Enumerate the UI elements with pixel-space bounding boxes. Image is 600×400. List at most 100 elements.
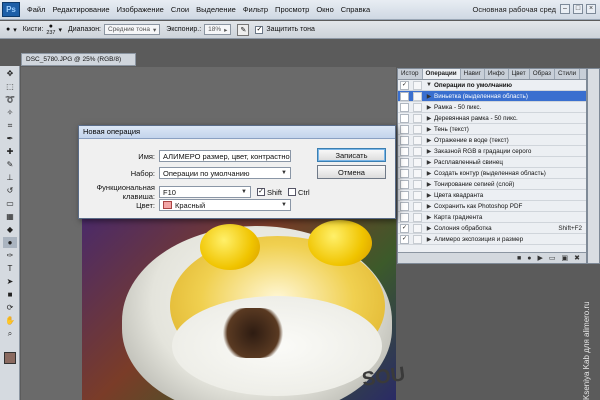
- expand-right-icon[interactable]: ▶: [424, 93, 434, 100]
- name-input[interactable]: АЛИМЕРО размер, цвет, контрастность: [159, 150, 291, 162]
- blur-tool-icon[interactable]: ◆: [3, 224, 17, 235]
- close-icon[interactable]: ×: [586, 4, 596, 14]
- expand-right-icon[interactable]: ▶: [424, 137, 434, 144]
- cancel-button[interactable]: Отмена: [317, 165, 386, 179]
- action-row[interactable]: ▶ Рамка - 50 пикс.: [398, 102, 586, 113]
- action-row[interactable]: ✓ ▶ Солония обработка Shift+F2: [398, 223, 586, 234]
- exposure-field[interactable]: 18% ▸: [204, 24, 232, 35]
- toggle-checkbox[interactable]: [400, 135, 409, 145]
- maximize-icon[interactable]: □: [573, 4, 583, 14]
- dialog-toggle-icon[interactable]: [413, 124, 422, 134]
- dialog-toggle-icon[interactable]: [413, 113, 422, 123]
- tab-actions[interactable]: Операции: [422, 69, 461, 79]
- expand-right-icon[interactable]: ▶: [424, 214, 434, 221]
- zoom-tool-icon[interactable]: ⌕: [3, 328, 17, 339]
- expand-right-icon[interactable]: ▶: [424, 181, 434, 188]
- toggle-checkbox[interactable]: [400, 201, 409, 211]
- dialog-toggle-icon[interactable]: [413, 179, 422, 189]
- menu-help[interactable]: Справка: [341, 5, 370, 14]
- tab-info[interactable]: Инфо: [485, 69, 509, 79]
- toggle-checkbox[interactable]: [400, 124, 409, 134]
- clone-stamp-icon[interactable]: ⊥: [3, 172, 17, 183]
- action-row[interactable]: ▶ Карта градиента: [398, 212, 586, 223]
- expand-right-icon[interactable]: ▶: [424, 192, 434, 199]
- lasso-tool-icon[interactable]: ➰: [3, 94, 17, 105]
- toggle-checkbox[interactable]: [400, 157, 409, 167]
- tab-color[interactable]: Цвет: [509, 69, 530, 79]
- expand-right-icon[interactable]: ▶: [424, 159, 434, 166]
- document-tab[interactable]: DSC_5780.JPG @ 25% (RGB/8) *×: [21, 53, 136, 74]
- dialog-toggle-icon[interactable]: [413, 223, 422, 233]
- brush-tool-icon[interactable]: ✎: [3, 159, 17, 170]
- eraser-tool-icon[interactable]: ▭: [3, 198, 17, 209]
- action-row[interactable]: ▶ Заказной RGB в градации серого: [398, 146, 586, 157]
- tab-swatches[interactable]: Образ: [530, 69, 556, 79]
- menu-edit[interactable]: Редактирование: [52, 5, 109, 14]
- stop-icon[interactable]: ■: [517, 255, 521, 262]
- menu-select[interactable]: Выделение: [196, 5, 236, 14]
- dialog-toggle-icon[interactable]: [413, 201, 422, 211]
- toggle-checkbox[interactable]: [400, 190, 409, 200]
- brush-preview[interactable]: ● 237: [46, 23, 55, 36]
- crop-tool-icon[interactable]: ⌗: [3, 120, 17, 131]
- tab-styles[interactable]: Стили: [555, 69, 581, 79]
- hand-tool-icon[interactable]: ✋: [3, 315, 17, 326]
- toggle-checkbox[interactable]: ✓: [400, 234, 409, 244]
- dodge-tool-icon[interactable]: ●: [3, 237, 17, 248]
- range-select[interactable]: Средние тона ▾: [104, 24, 161, 35]
- dialog-toggle-icon[interactable]: [413, 212, 422, 222]
- dialog-toggle-icon[interactable]: [413, 102, 422, 112]
- toggle-checkbox[interactable]: [400, 212, 409, 222]
- tool-preset-picker[interactable]: ● ▾: [6, 26, 17, 34]
- gradient-tool-icon[interactable]: ▦: [3, 211, 17, 222]
- action-row[interactable]: ▶ Цвета квадранта: [398, 190, 586, 201]
- toggle-checkbox[interactable]: ✓: [400, 80, 409, 90]
- dialog-toggle-icon[interactable]: [413, 146, 422, 156]
- foreground-color-swatch[interactable]: [4, 352, 16, 364]
- protect-tones-checkbox[interactable]: ✓: [255, 25, 264, 34]
- pen-tool-icon[interactable]: ✑: [3, 250, 17, 261]
- action-row[interactable]: ✓ ▶ Виньетка (выделенная область): [398, 91, 586, 102]
- minimize-icon[interactable]: –: [560, 4, 570, 14]
- shift-checkbox[interactable]: ✓: [257, 188, 265, 196]
- tab-history[interactable]: Истор: [398, 69, 423, 79]
- airbrush-icon[interactable]: ✎: [237, 23, 250, 36]
- record-icon[interactable]: ●: [527, 255, 531, 262]
- marquee-tool-icon[interactable]: ⬚: [3, 81, 17, 92]
- menu-file[interactable]: Файл: [27, 5, 45, 14]
- action-row[interactable]: ▶ Создать контур (выделенная область): [398, 168, 586, 179]
- toggle-checkbox[interactable]: [400, 168, 409, 178]
- expand-right-icon[interactable]: ▶: [424, 115, 434, 122]
- toggle-checkbox[interactable]: [400, 113, 409, 123]
- dialog-toggle-icon[interactable]: [413, 190, 422, 200]
- chevron-down-icon[interactable]: ▾: [59, 26, 63, 34]
- toggle-checkbox[interactable]: ✓: [400, 91, 409, 101]
- action-row[interactable]: ▶ Деревянная рамка - 50 пикс.: [398, 113, 586, 124]
- type-tool-icon[interactable]: T: [3, 263, 17, 274]
- new-action-icon[interactable]: ▣: [562, 254, 569, 262]
- toggle-checkbox[interactable]: [400, 102, 409, 112]
- expand-right-icon[interactable]: ▶: [424, 104, 434, 111]
- expand-right-icon[interactable]: ▶: [424, 170, 434, 177]
- action-row[interactable]: ✓ ▶ Алимеро экспозиция и размер: [398, 234, 586, 245]
- dialog-toggle-icon[interactable]: [413, 168, 422, 178]
- dialog-toggle-icon[interactable]: [413, 91, 422, 101]
- toggle-checkbox[interactable]: [400, 146, 409, 156]
- menu-filter[interactable]: Фильтр: [243, 5, 268, 14]
- ctrl-checkbox-group[interactable]: Ctrl: [288, 188, 310, 197]
- set-select[interactable]: Операции по умолчанию ▼: [159, 167, 291, 179]
- toggle-checkbox[interactable]: [400, 179, 409, 189]
- move-tool-icon[interactable]: ✥: [3, 68, 17, 79]
- shape-tool-icon[interactable]: ■: [3, 289, 17, 300]
- expand-right-icon[interactable]: ▶: [424, 148, 434, 155]
- trash-icon[interactable]: ✖: [574, 254, 580, 262]
- action-row[interactable]: ▶ Сохранить как Photoshop PDF: [398, 201, 586, 212]
- expand-right-icon[interactable]: ▶: [424, 203, 434, 210]
- history-brush-icon[interactable]: ↺: [3, 185, 17, 196]
- eyedropper-tool-icon[interactable]: ✒: [3, 133, 17, 144]
- record-button[interactable]: Записать: [317, 148, 386, 162]
- 3d-rotate-icon[interactable]: ⟳: [3, 302, 17, 313]
- dialog-toggle-icon[interactable]: [413, 80, 422, 90]
- action-set-row[interactable]: ✓ ▼ Операции по умолчанию: [398, 80, 586, 91]
- expand-right-icon[interactable]: ▶: [424, 225, 434, 232]
